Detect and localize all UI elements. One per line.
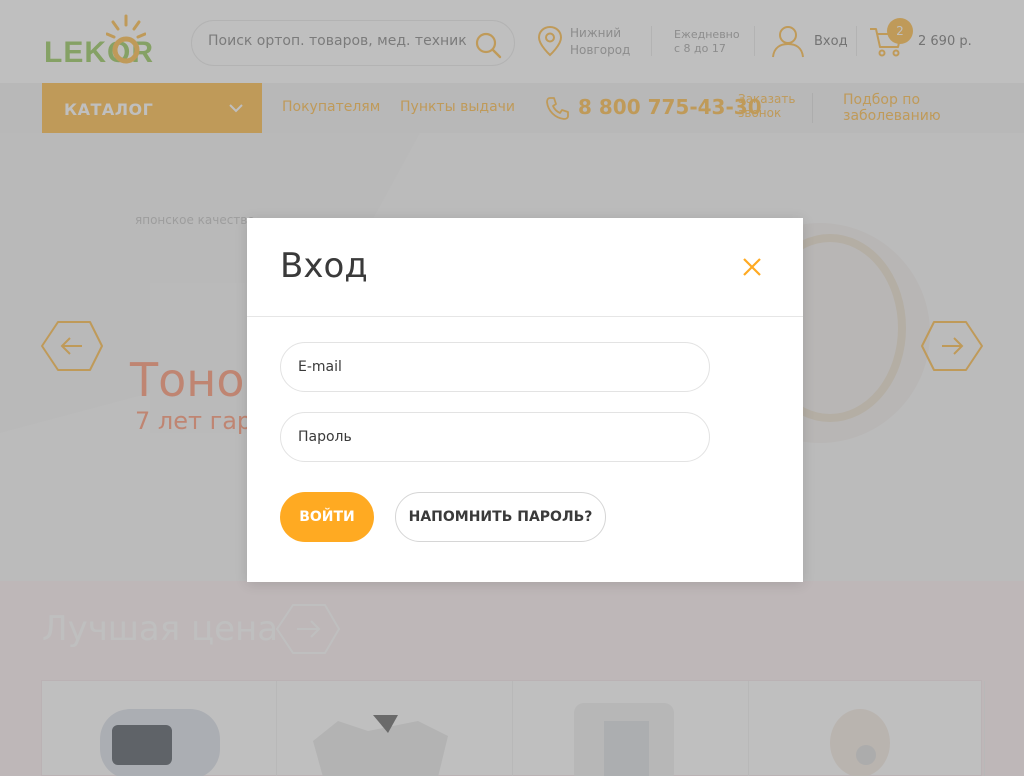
remind-password-button[interactable]: НАПОМНИТЬ ПАРОЛЬ? bbox=[395, 492, 606, 542]
login-button[interactable]: ВОЙТИ bbox=[280, 492, 374, 542]
modal-divider bbox=[247, 316, 803, 317]
login-modal: Вход ВОЙТИ НАПОМНИТЬ ПАРОЛЬ? bbox=[247, 218, 803, 582]
close-icon[interactable] bbox=[741, 256, 763, 278]
email-field[interactable] bbox=[280, 342, 710, 392]
password-field[interactable] bbox=[280, 412, 710, 462]
modal-title: Вход bbox=[280, 246, 368, 286]
